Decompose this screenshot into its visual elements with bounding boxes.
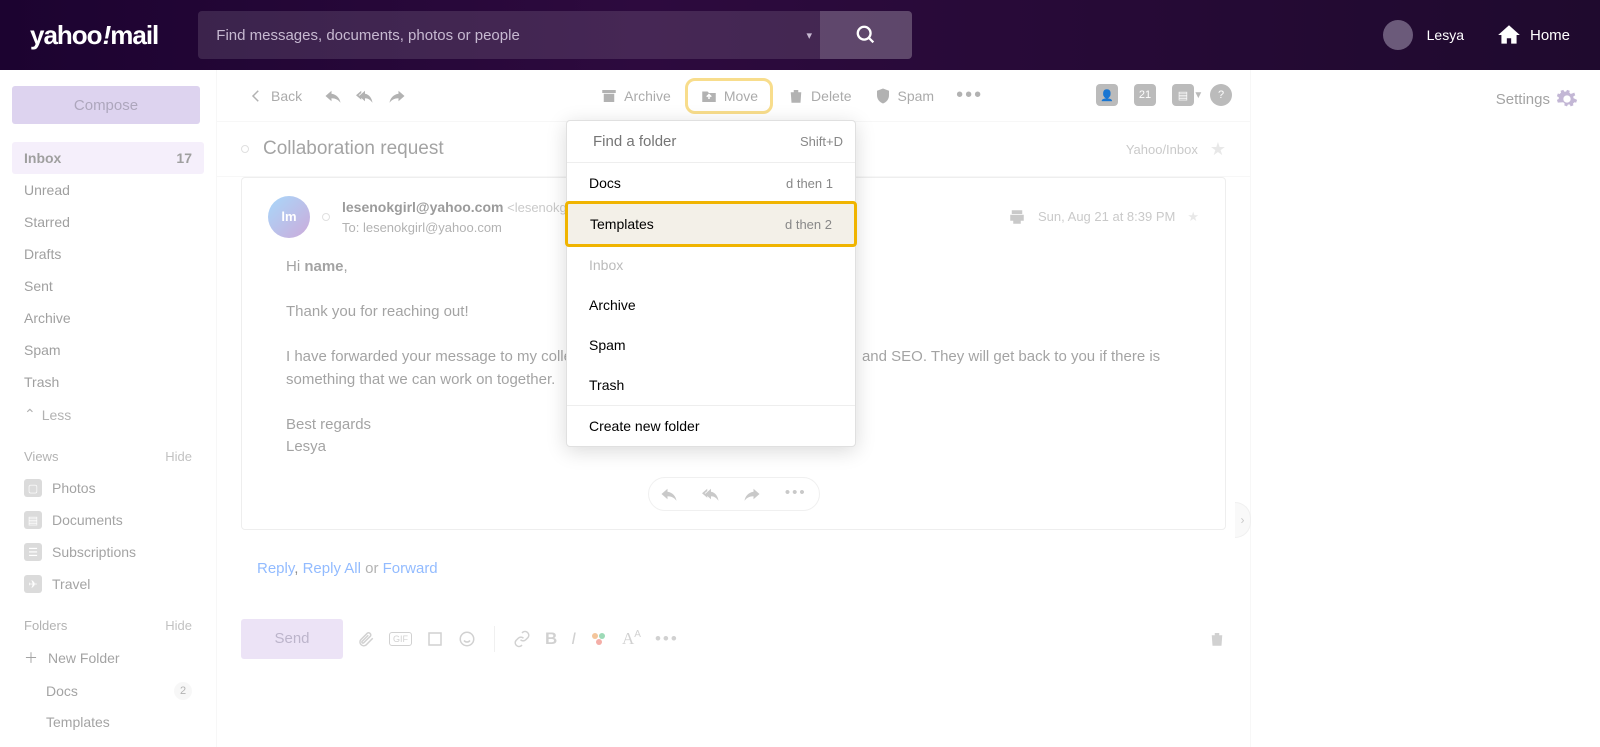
folder-search-input[interactable] xyxy=(593,133,792,150)
dd-label: Docs xyxy=(589,175,621,191)
notepad-icon[interactable]: ▤ xyxy=(1172,84,1194,106)
dd-shortcut: d then 1 xyxy=(786,176,833,191)
home-label: Home xyxy=(1530,27,1570,44)
dd-label: Trash xyxy=(589,377,624,393)
dd-label: Inbox xyxy=(589,257,623,273)
dd-item-templates[interactable]: Templates d then 2 xyxy=(565,201,857,247)
dd-label: Templates xyxy=(590,216,654,232)
avatar[interactable] xyxy=(1383,20,1413,50)
search-button[interactable] xyxy=(820,11,912,59)
help-icon[interactable]: ? xyxy=(1210,84,1232,106)
dd-label: Archive xyxy=(589,297,636,313)
search-scope-caret[interactable]: ▾ xyxy=(798,11,820,59)
search-input[interactable] xyxy=(198,11,798,59)
dd-create-folder[interactable]: Create new folder xyxy=(567,406,855,446)
logo[interactable]: yahoo!mail xyxy=(30,20,158,51)
contacts-icon[interactable]: 👤 xyxy=(1096,84,1118,106)
move-dropdown: Shift+D Docs d then 1 Templates d then 2… xyxy=(566,120,856,447)
dd-label: Create new folder xyxy=(589,418,700,434)
home-icon xyxy=(1496,22,1522,48)
user-name[interactable]: Lesya xyxy=(1427,27,1464,43)
dd-item-docs[interactable]: Docs d then 1 xyxy=(567,163,855,203)
search-shortcut: Shift+D xyxy=(800,134,843,149)
dd-item-inbox: Inbox xyxy=(567,245,855,285)
dd-item-spam[interactable]: Spam xyxy=(567,325,855,365)
dd-shortcut: d then 2 xyxy=(785,217,832,232)
calendar-icon[interactable]: 21 xyxy=(1134,84,1156,106)
dd-item-archive[interactable]: Archive xyxy=(567,285,855,325)
home-link[interactable]: Home xyxy=(1496,22,1570,48)
dd-item-trash[interactable]: Trash xyxy=(567,365,855,405)
dd-label: Spam xyxy=(589,337,626,353)
